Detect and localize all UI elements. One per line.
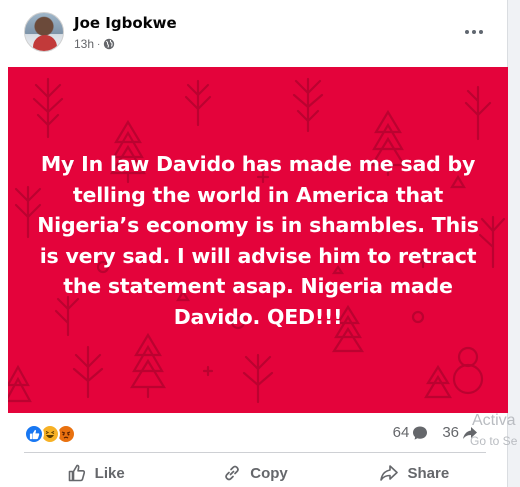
shares-count-value: 36 — [442, 424, 459, 441]
more-options-button[interactable] — [456, 18, 492, 46]
actions-divider — [24, 452, 486, 453]
post-header: Joe Igbokwe 13h · — [0, 0, 508, 64]
share-button[interactable]: Share — [335, 458, 494, 487]
comments-count-value: 64 — [392, 424, 410, 441]
like-label: Like — [94, 464, 125, 482]
post-actions: Like Copy Share — [16, 458, 494, 487]
avatar[interactable] — [24, 12, 64, 52]
post-text-line: Davido. QED!!! — [173, 304, 343, 329]
thumbs-up-icon — [68, 464, 85, 482]
post-text-line: the statement asap. Nigeria made — [63, 274, 453, 298]
globe-icon — [104, 38, 115, 50]
activate-windows-subtext: Go to Se — [470, 434, 518, 448]
engagement-counts: 64 36 — [393, 424, 478, 441]
share-icon — [380, 465, 399, 481]
like-button[interactable]: Like — [16, 458, 175, 487]
post-meta: 13h · — [74, 37, 115, 51]
comments-count[interactable]: 64 — [393, 424, 429, 441]
post-card: Joe Igbokwe 13h · My In law Davido has m… — [0, 0, 517, 487]
post-text: My In law Davido has made me sad by tell… — [28, 149, 488, 332]
reactions-bar: 64 36 — [0, 418, 508, 450]
post-text-line: Nigeria’s economy is in shambles. This — [37, 213, 479, 237]
like-reaction-icon — [24, 424, 44, 444]
comment-bubble-icon — [413, 426, 428, 440]
share-label: Share — [407, 464, 450, 482]
post-text-line: is very sad. I will advise him to retrac… — [39, 243, 477, 268]
link-icon — [225, 465, 240, 481]
meta-separator: · — [97, 38, 101, 50]
copy-label: Copy — [250, 464, 288, 482]
post-time[interactable]: 13h — [74, 37, 94, 51]
post-background: My In law Davido has made me sad by tell… — [8, 67, 508, 413]
author-name[interactable]: Joe Igbokwe — [74, 14, 177, 32]
post-text-line: telling the world in America that — [72, 182, 444, 207]
activate-windows-watermark: Activa — [472, 412, 516, 429]
post-text-line: My In law Davido has made me sad by — [40, 152, 476, 176]
more-options-icon — [465, 30, 469, 34]
copy-button[interactable]: Copy — [175, 458, 334, 487]
